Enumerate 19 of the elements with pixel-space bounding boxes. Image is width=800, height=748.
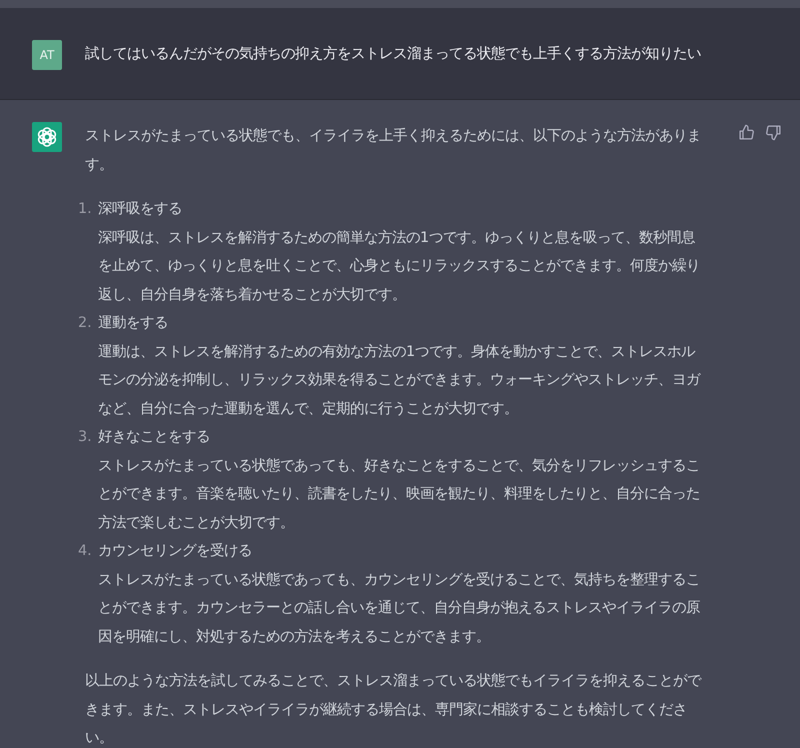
list-number: 2. (78, 314, 93, 333)
conclusion-text: 以上のような方法を試してみることで、ストレス溜まっている状態でもイライラを抑えることができます。また、ストレスやイライラが継続する場合は、専門家に相談することも検討してください。 (85, 672, 702, 748)
item-title: カウンセリングを受ける (98, 542, 253, 561)
item-text: 深呼吸は、ストレスを解消するための簡単な方法の1つです。ゆっくりと息を吸って、数秒間息を止めて、ゆっくりと息を吐くことで、心身ともにリラックスすることができます。何度か繰り返し、自分自身を落ち着かせることが大切です。 (98, 228, 701, 304)
thumbs-up-icon[interactable] (738, 124, 755, 141)
item-title: 運動をする (98, 314, 169, 333)
intro-text: ストレスがたまっている状態でも、イライラを上手く抑えるためには、以下のような方法があります。 (85, 126, 702, 174)
item-text: ストレスがたまっている状態であっても、カウンセリングを受けることで、気持ちを整理することができます。カウンセラーとの話し合いを通じて、自分自身が抱えるストレスやイライラの原因を明確にし、対処するための方法を考えることができます。 (98, 570, 701, 646)
list-number: 1. (78, 200, 93, 219)
user-avatar: AT (32, 40, 62, 70)
user-message: 試してはいるんだがその気持ちの抑え方をストレス溜まってる状態でも上手くする方法が知りたい (85, 44, 701, 64)
item-title: 深呼吸をする (98, 200, 183, 219)
list-number: 4. (78, 542, 93, 561)
thumbs-down-icon[interactable] (765, 124, 782, 141)
item-text: 運動は、ストレスを解消するための有効な方法の1つです。身体を動かすことで、ストレスホルモンの分泌を抑制し、リラックス効果を得ることができます。ウォーキングやストレッチ、ヨガなど、自分に合った運動を選んで、定期的に行うことが大切です。 (98, 342, 702, 418)
list-number: 3. (78, 428, 93, 447)
item-title: 好きなことをする (98, 428, 211, 447)
item-text: ストレスがたまっている状態であっても、好きなことをすることで、気分をリフレッシュすることができます。音楽を聴いたり、読書をしたり、映画を観たり、料理をしたりと、自分に合った方法で楽しむことが大切です。 (98, 456, 701, 532)
assistant-logo-icon (32, 122, 62, 152)
